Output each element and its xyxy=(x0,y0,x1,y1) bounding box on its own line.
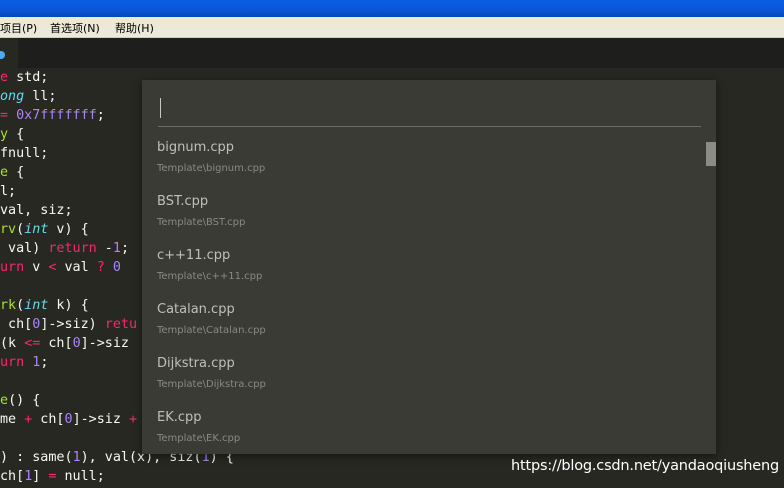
result-file-name: EK.cpp xyxy=(157,410,202,425)
palette-result-item[interactable]: Catalan.cpp Template\Catalan.cpp xyxy=(142,296,702,350)
code-line: rv(int v) { xyxy=(0,222,89,237)
result-file-path: Template\bignum.cpp xyxy=(157,163,266,174)
result-file-path: Template\BST.cpp xyxy=(157,217,246,228)
menu-bar: 项目(P) 首选项(N) 帮助(H) xyxy=(0,17,784,38)
palette-result-item[interactable]: Dijkstra.cpp Template\Dijkstra.cpp xyxy=(142,350,702,404)
code-line: val, siz; xyxy=(0,203,73,218)
menu-preferences[interactable]: 首选项(N) xyxy=(50,20,100,36)
code-line: ch[0]->siz) retu xyxy=(0,317,138,332)
palette-result-item[interactable]: EK.cpp Template\EK.cpp xyxy=(142,404,702,454)
palette-scrollbar[interactable] xyxy=(706,142,716,166)
code-line: rk(int k) { xyxy=(0,298,89,313)
result-file-name: bignum.cpp xyxy=(157,140,235,155)
result-file-path: Template\Dijkstra.cpp xyxy=(157,379,266,390)
title-bar xyxy=(0,0,784,17)
code-line: ong ll; xyxy=(0,89,57,104)
code-line: l; xyxy=(0,184,17,199)
palette-result-item[interactable]: BST.cpp Template\BST.cpp xyxy=(142,188,702,242)
result-file-name: Catalan.cpp xyxy=(157,302,235,317)
code-line: urn 1; xyxy=(0,355,49,370)
code-line: ch[1] = null; xyxy=(0,469,105,484)
text-caret xyxy=(160,98,161,118)
result-file-path: Template\Catalan.cpp xyxy=(157,325,266,336)
result-file-path: Template\c++11.cpp xyxy=(157,271,263,282)
palette-search-input[interactable] xyxy=(158,94,701,127)
goto-anything-palette: bignum.cpp Template\bignum.cpp BST.cpp T… xyxy=(142,80,716,454)
result-file-path: Template\EK.cpp xyxy=(157,433,241,444)
code-line: fnull; xyxy=(0,146,49,161)
code-line: y { xyxy=(0,127,25,142)
tab-bar xyxy=(0,38,784,68)
menu-project[interactable]: 项目(P) xyxy=(0,20,37,36)
menu-help[interactable]: 帮助(H) xyxy=(115,20,154,36)
result-file-name: c++11.cpp xyxy=(157,248,231,263)
code-line: e { xyxy=(0,165,25,180)
result-file-name: Dijkstra.cpp xyxy=(157,356,235,371)
editor-window: 项目(P) 首选项(N) 帮助(H) e std; ong ll; = 0x7f… xyxy=(0,0,784,488)
palette-result-item[interactable]: c++11.cpp Template\c++11.cpp xyxy=(142,242,702,296)
code-line: (k <= ch[0]->siz xyxy=(0,336,129,351)
palette-result-item[interactable]: bignum.cpp Template\bignum.cpp xyxy=(142,134,702,188)
code-line: me + ch[0]->siz + xyxy=(0,412,138,427)
code-line: val) return -1; xyxy=(0,241,129,256)
code-line: e std; xyxy=(0,70,49,85)
code-line: = 0x7fffffff; xyxy=(0,108,105,123)
result-file-name: BST.cpp xyxy=(157,194,209,209)
watermark-url: https://blog.csdn.net/yandaoqiusheng xyxy=(511,458,780,474)
code-line: e() { xyxy=(0,393,41,408)
code-line: urn v < val ? 0 xyxy=(0,260,121,275)
